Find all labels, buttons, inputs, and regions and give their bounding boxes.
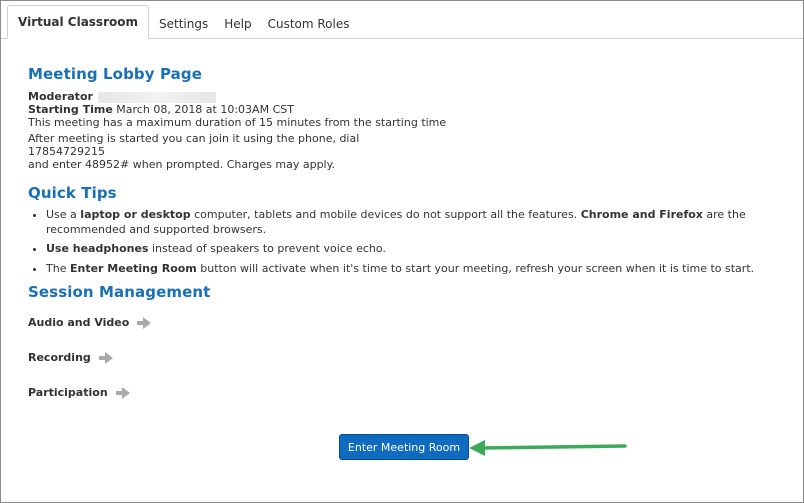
session-management-title: Session Management bbox=[28, 283, 211, 301]
list-item: The Enter Meeting Room button will activ… bbox=[46, 262, 788, 277]
session-item-label: Audio and Video bbox=[28, 316, 130, 329]
arrow-right-icon bbox=[98, 351, 113, 364]
starting-time-line: Starting Time March 08, 2018 at 10:03AM … bbox=[28, 103, 788, 116]
tab-custom-roles[interactable]: Custom Roles bbox=[260, 9, 358, 39]
list-item: Use a laptop or desktop computer, tablet… bbox=[46, 208, 788, 237]
phone-text: After meeting is started you can join it… bbox=[28, 132, 360, 145]
lobby-section: Meeting Lobby Page Moderator Starting Ti… bbox=[28, 65, 788, 171]
tips-list: Use a laptop or desktop computer, tablet… bbox=[28, 208, 788, 276]
starting-time-label: Starting Time bbox=[28, 103, 113, 116]
enter-meeting-room-button[interactable]: Enter Meeting Room bbox=[339, 434, 469, 460]
session-item-recording[interactable]: Recording bbox=[28, 351, 113, 364]
app-window: Virtual Classroom Settings Help Custom R… bbox=[0, 0, 804, 503]
starting-time-value: March 08, 2018 at 10:03AM CST bbox=[116, 103, 294, 116]
session-management-section: Session Management Audio and Video Recor… bbox=[28, 283, 211, 399]
moderator-name-redacted bbox=[98, 91, 217, 103]
session-item-label: Participation bbox=[28, 386, 108, 399]
tab-bar: Virtual Classroom Settings Help Custom R… bbox=[7, 5, 357, 39]
main-content: Meeting Lobby Page Moderator Starting Ti… bbox=[28, 65, 788, 171]
lobby-title: Meeting Lobby Page bbox=[28, 65, 202, 83]
tab-virtual-classroom[interactable]: Virtual Classroom bbox=[7, 5, 149, 39]
moderator-line: Moderator bbox=[28, 90, 788, 103]
quick-tips-section: Quick Tips Use a laptop or desktop compu… bbox=[28, 184, 788, 281]
enter-pin-text: and enter 48952# when prompted. Charges … bbox=[28, 158, 336, 171]
pointer-arrow-icon bbox=[469, 440, 627, 456]
quick-tips-title: Quick Tips bbox=[28, 184, 117, 202]
duration-text: This meeting has a maximum duration of 1… bbox=[28, 116, 447, 129]
arrow-right-icon bbox=[115, 386, 130, 399]
session-item-audio-video[interactable]: Audio and Video bbox=[28, 316, 152, 329]
phone-number: 17854729215 bbox=[28, 145, 105, 158]
tab-settings[interactable]: Settings bbox=[151, 9, 216, 39]
tab-help[interactable]: Help bbox=[216, 9, 259, 39]
moderator-label: Moderator bbox=[28, 90, 93, 103]
arrow-right-icon bbox=[137, 316, 152, 329]
session-item-label: Recording bbox=[28, 351, 91, 364]
session-item-participation[interactable]: Participation bbox=[28, 386, 130, 399]
list-item: Use headphones instead of speakers to pr… bbox=[46, 242, 788, 257]
